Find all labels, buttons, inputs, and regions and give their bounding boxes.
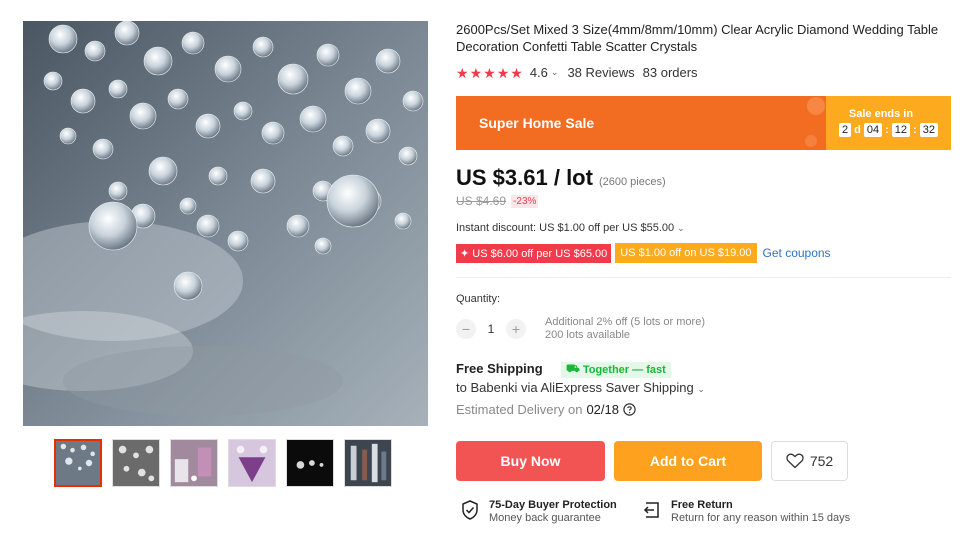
return-icon [643, 502, 659, 518]
star-icon: ★ [510, 64, 523, 81]
buy-now-button[interactable]: Buy Now [456, 441, 605, 481]
quantity-discount-note: Additional 2% off (5 lots or more) [545, 316, 705, 328]
sale-ends-label: Sale ends in [848, 108, 914, 120]
reviews-link[interactable]: 38 Reviews [567, 65, 634, 80]
thumbnail-4[interactable] [228, 439, 276, 487]
buyer-protection-title: 75-Day Buyer Protection [489, 499, 617, 511]
coupon-row: ✦ US $6.00 off per US $65.00 US $1.00 of… [456, 243, 831, 263]
pieces-count: (2600 pieces) [598, 176, 666, 188]
rating-value[interactable]: 4.6 [530, 65, 548, 80]
shipping-destination-text: to Babenki via AliExpress Saver Shipping [456, 380, 694, 395]
coupon-orange[interactable]: US $1.00 off on US $19.00 [615, 243, 757, 263]
free-return-title: Free Return [671, 499, 733, 511]
thumbnail-1[interactable] [54, 439, 102, 487]
sale-banner: Super Home Sale Sale ends in 2 d 04 : 12… [456, 96, 951, 150]
countdown-separator: : [913, 124, 917, 136]
truck-icon: ⛟ [566, 363, 580, 375]
shipping-destination[interactable]: to Babenki via AliExpress Saver Shipping… [456, 380, 705, 395]
countdown-days: 2 [839, 123, 852, 137]
star-icon: ★ [469, 64, 483, 81]
chevron-down-icon: ⌄ [677, 223, 685, 233]
countdown-seconds: 32 [919, 123, 938, 137]
lots-available: 200 lots available [545, 329, 631, 341]
rating-row: ★ ★ ★ ★ ★ 4.6 ⌄ 38 Reviews 83 orders [456, 65, 698, 80]
countdown: Sale ends in 2 d 04 : 12 : 32 [826, 96, 951, 150]
together-label: Together — fast [582, 364, 666, 376]
wishlist-count: 752 [809, 453, 834, 469]
buyer-protection-subtitle: Money back guarantee [489, 512, 601, 524]
together-badge: ⛟ Together — fast [561, 362, 671, 378]
current-price: US $3.61 / lot [456, 165, 593, 190]
product-title: 2600Pcs/Set Mixed 3 Size(4mm/8mm/10mm) C… [456, 22, 939, 54]
estimated-delivery-date: 02/18 [586, 402, 619, 417]
instant-discount[interactable]: Instant discount: US $1.00 off per US $5… [456, 222, 685, 234]
quantity-decrease-button[interactable]: − [456, 319, 476, 339]
wishlist-button[interactable]: 752 [771, 441, 848, 481]
quantity-note: Additional 2% off (5 lots or more) 200 l… [545, 316, 705, 342]
heart-icon [786, 453, 804, 469]
quantity-label: Quantity: [456, 293, 501, 305]
chevron-down-icon: ⌄ [697, 384, 705, 394]
thumbnail-3[interactable] [170, 439, 218, 487]
quantity-stepper: − 1 + Additional 2% off (5 lots or more)… [456, 316, 705, 342]
star-icon: ★ [456, 64, 469, 81]
free-return-subtitle: Return for any reason within 15 days [671, 512, 851, 524]
star-icon: ★ [496, 64, 510, 81]
sale-label: Super Home Sale [479, 115, 595, 131]
divider [456, 277, 951, 278]
free-return: Free Return Return for any reason within… [641, 499, 850, 525]
price-row: US $3.61 / lot (2600 pieces) [456, 165, 666, 191]
coupon-red[interactable]: ✦ US $6.00 off per US $65.00 [456, 243, 612, 263]
countdown-minutes: 12 [891, 123, 911, 137]
chevron-down-icon[interactable]: ⌄ [551, 67, 559, 78]
countdown-days-unit: d [854, 124, 861, 136]
coupon-red-text: US $6.00 off per US $65.00 [472, 247, 608, 260]
instant-discount-text: Instant discount: US $1.00 off per US $5… [456, 222, 675, 234]
estimated-delivery: Estimated Delivery on 02/18 [456, 402, 636, 417]
main-product-image[interactable] [23, 21, 428, 426]
thumbnail-5[interactable] [286, 439, 334, 487]
original-price: US $4.69 [456, 194, 507, 208]
countdown-separator: : [885, 124, 889, 136]
thumbnail-strip [54, 439, 392, 487]
estimated-delivery-label: Estimated Delivery on [456, 402, 583, 417]
diamond-icon: ✦ [460, 247, 470, 260]
rating-stars: ★ ★ ★ ★ ★ [456, 66, 523, 80]
quantity-increase-button[interactable]: + [506, 319, 526, 339]
shield-check-icon [462, 500, 478, 520]
quantity-input[interactable]: 1 [476, 322, 506, 336]
get-coupons-link[interactable]: Get coupons [763, 246, 831, 260]
free-shipping-title: Free Shipping [456, 361, 543, 376]
thumbnail-6[interactable] [344, 439, 392, 487]
countdown-hours: 04 [863, 123, 883, 137]
question-icon[interactable] [623, 403, 636, 416]
original-price-row: US $4.69 -23% [456, 194, 539, 208]
discount-badge: -23% [511, 194, 539, 208]
buyer-protection: 75-Day Buyer Protection Money back guara… [459, 499, 617, 525]
thumbnail-2[interactable] [112, 439, 160, 487]
orders-count: 83 orders [642, 65, 698, 80]
add-to-cart-button[interactable]: Add to Cart [614, 441, 762, 481]
star-icon: ★ [483, 64, 496, 81]
countdown-timer: 2 d 04 : 12 : 32 [826, 123, 951, 137]
